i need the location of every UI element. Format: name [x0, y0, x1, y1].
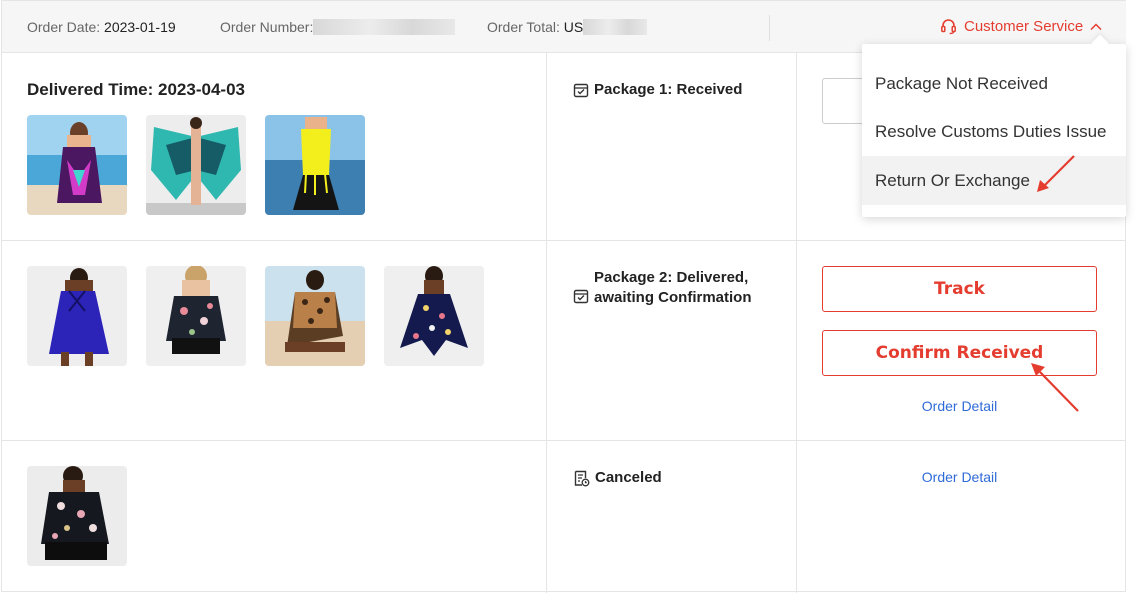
redacted-order-number — [313, 19, 456, 35]
column-divider — [546, 53, 547, 240]
menu-item-package-not-received[interactable]: Package Not Received — [862, 59, 1126, 108]
order-number: Order Number: — [220, 19, 456, 35]
product-thumbnail[interactable] — [27, 266, 127, 366]
order-detail-link[interactable]: Order Detail — [822, 398, 1097, 414]
order-detail-link[interactable]: Order Detail — [822, 469, 1097, 485]
product-thumbnail[interactable] — [265, 266, 365, 366]
package-status: Canceled — [573, 468, 770, 493]
product-thumbnails — [27, 466, 127, 566]
package-status: Package 2: Delivered, awaiting Confirmat… — [573, 268, 769, 310]
order-date: Order Date: 2023-01-19 — [27, 19, 176, 35]
column-divider — [796, 241, 797, 440]
product-thumbnails — [27, 115, 365, 215]
menu-item-customs-duties[interactable]: Resolve Customs Duties Issue — [862, 107, 1126, 156]
delivered-time: Delivered Time: 2023-04-03 — [27, 80, 245, 99]
product-thumbnail[interactable] — [27, 466, 127, 566]
column-divider — [546, 441, 547, 593]
column-divider — [546, 241, 547, 440]
receipt-icon — [573, 468, 590, 493]
customer-service-label: Customer Service — [964, 18, 1084, 35]
product-thumbnails — [27, 266, 484, 366]
header-divider — [769, 15, 770, 41]
product-thumbnail[interactable] — [146, 266, 246, 366]
package-row-2: Package 2: Delivered, awaiting Confirmat… — [2, 241, 1126, 441]
column-divider — [796, 53, 797, 240]
customer-service-button[interactable]: Customer Service — [940, 18, 1102, 35]
track-button[interactable]: Track — [822, 266, 1097, 312]
product-thumbnail[interactable] — [265, 115, 365, 215]
package-row-3: Canceled Order Detail — [2, 441, 1126, 593]
product-thumbnail[interactable] — [384, 266, 484, 366]
headset-icon — [940, 18, 957, 35]
product-thumbnail[interactable] — [27, 115, 127, 215]
order-total: Order Total: US — [487, 19, 648, 35]
order-card: Order Date: 2023-01-19 Order Number: Ord… — [1, 0, 1126, 593]
column-divider — [796, 441, 797, 593]
confirm-received-button[interactable]: Confirm Received — [822, 330, 1097, 376]
chevron-up-icon — [1090, 22, 1102, 31]
product-thumbnail[interactable] — [146, 115, 246, 215]
redacted-order-total — [583, 19, 648, 35]
package-icon — [573, 80, 589, 104]
package-status: Package 1: Received — [573, 80, 769, 104]
package-icon — [573, 268, 589, 310]
customer-service-dropdown: Package Not Received Resolve Customs Dut… — [862, 34, 1126, 217]
menu-item-return-or-exchange[interactable]: Return Or Exchange — [862, 156, 1126, 205]
